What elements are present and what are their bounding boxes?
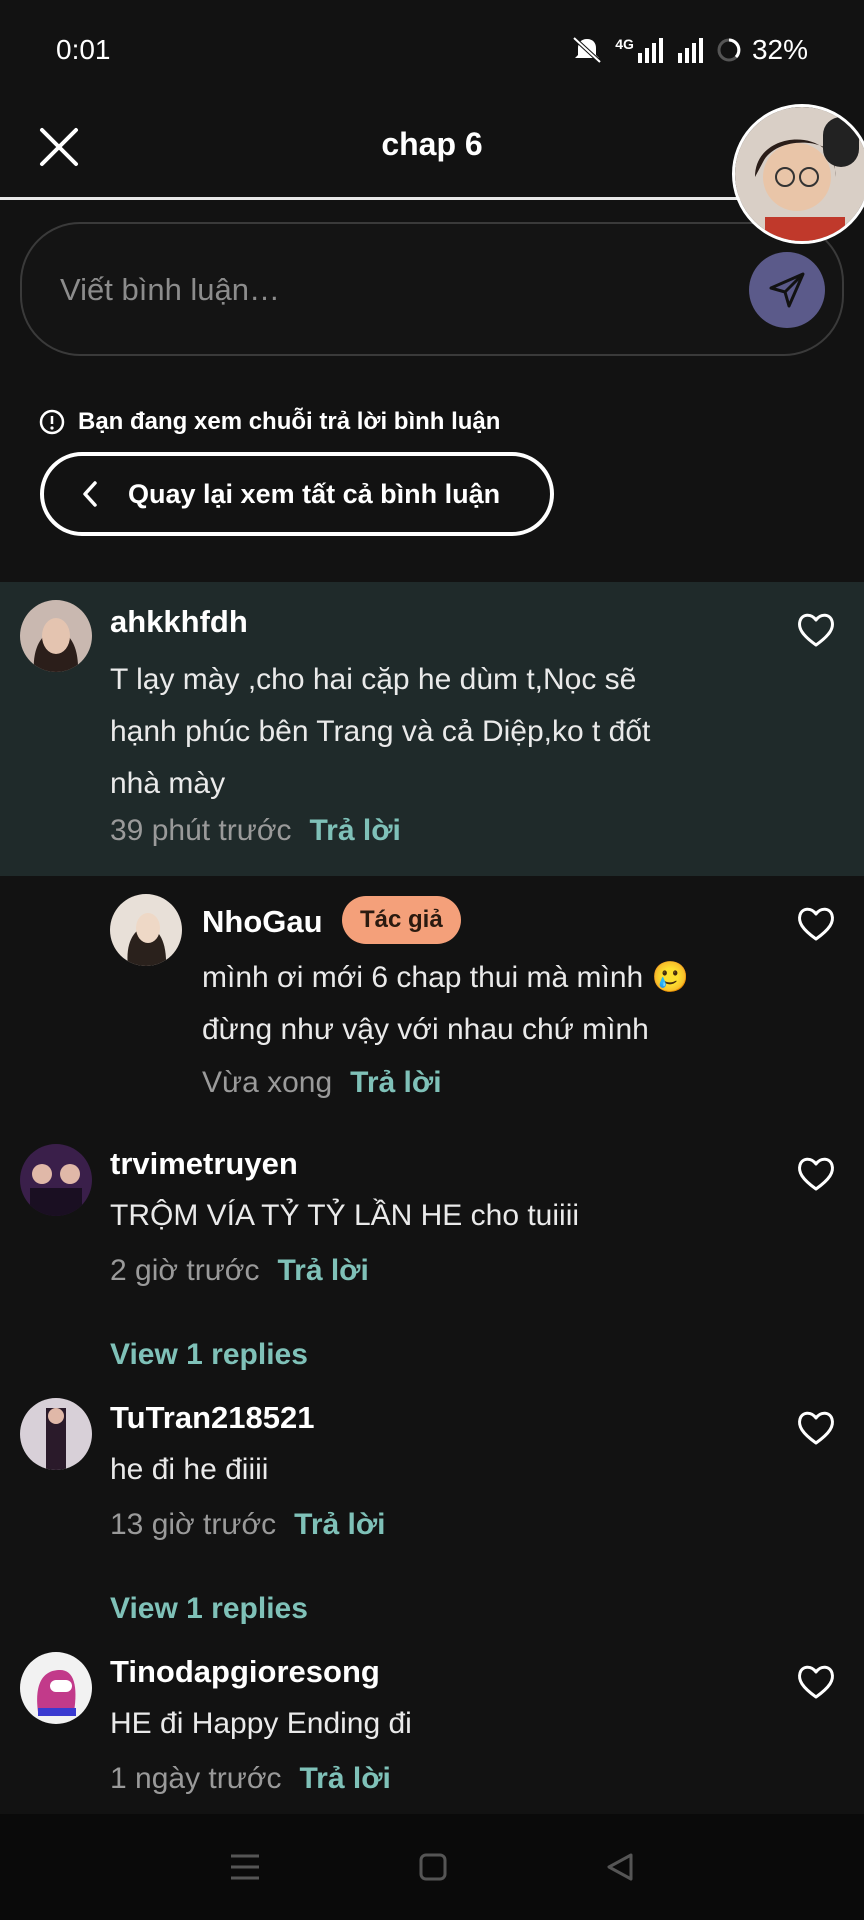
comment-meta: 13 giờ trước Trả lời [110, 1508, 386, 1542]
comment-username[interactable]: Tinodapgioresong [110, 1654, 380, 1690]
comment-line: T lạy mày ,cho hai cặp he dùm t,Nọc sẽ [110, 663, 637, 696]
view-replies-link[interactable]: View 1 replies [110, 1592, 308, 1626]
heart-icon[interactable] [796, 904, 836, 944]
comment-time: Vừa xong [202, 1066, 333, 1099]
info-icon [39, 409, 65, 435]
avatar[interactable] [20, 1398, 92, 1470]
avatar[interactable] [110, 894, 182, 966]
network-label: 4G [615, 36, 634, 52]
home-square-icon [419, 1853, 447, 1881]
thread-notice-text: Bạn đang xem chuỗi trả lời bình luận [78, 408, 501, 435]
heart-icon[interactable] [796, 1408, 836, 1448]
signal-icon [637, 38, 663, 63]
comment-text: T lạy mày ,cho hai cặp he dùm t,Nọc sẽ h… [110, 654, 650, 810]
reply-button[interactable]: Trả lời [350, 1066, 441, 1099]
menu-icon [230, 1854, 259, 1880]
avatar[interactable] [20, 1144, 92, 1216]
avatar[interactable] [20, 1652, 92, 1724]
comment-time: 39 phút trước [110, 814, 292, 847]
comment-input[interactable] [58, 264, 682, 316]
comment-text: mình ơi mới 6 chap thui mà mình 🥲 đừng n… [202, 952, 689, 1056]
back-to-all-comments-button[interactable]: Quay lại xem tất cả bình luận [40, 452, 554, 536]
comment-item: TuTran218521 he đi he điiii 13 giờ trước… [0, 1384, 864, 1625]
reply-button[interactable]: Trả lời [277, 1254, 368, 1287]
comment-composer [20, 222, 844, 356]
view-replies-link[interactable]: View 1 replies [110, 1338, 308, 1372]
comment-item: trvimetruyen TRỘM VÍA TỶ TỶ LẦN HE cho t… [0, 1130, 864, 1371]
comment-line: HE đi Happy Ending đi [110, 1707, 412, 1740]
comment-time: 1 ngày trước [110, 1762, 282, 1795]
comment-time: 13 giờ trước [110, 1508, 277, 1541]
comment-time: 2 giờ trước [110, 1254, 260, 1287]
comment-line: he đi he điiii [110, 1453, 269, 1486]
reply-button[interactable]: Trả lời [294, 1508, 385, 1541]
thread-notice: Bạn đang xem chuỗi trả lời bình luận [38, 404, 500, 440]
back-to-all-label: Quay lại xem tất cả bình luận [128, 478, 501, 509]
heart-icon[interactable] [796, 1662, 836, 1702]
comment-username[interactable]: ahkkhfdh [110, 604, 248, 640]
comment-text: he đi he điiii [110, 1444, 268, 1496]
reply-button[interactable]: Trả lời [300, 1762, 391, 1795]
comment-username[interactable]: TuTran218521 [110, 1400, 314, 1436]
send-button[interactable] [749, 252, 825, 328]
floating-user-avatar[interactable] [732, 104, 864, 244]
comment-meta: 2 giờ trước Trả lời [110, 1254, 369, 1288]
comment-text: HE đi Happy Ending đi [110, 1698, 412, 1750]
avatar[interactable] [20, 600, 92, 672]
comment-line: đừng như vậy với nhau chứ mình [202, 1013, 649, 1046]
comment-line: TRỘM VÍA TỶ TỶ LẦN HE cho tuiiii [110, 1199, 580, 1232]
author-badge: Tác giả [342, 896, 461, 944]
comment-username[interactable]: trvimetruyen [110, 1146, 298, 1182]
comment-meta: 1 ngày trước Trả lời [110, 1762, 391, 1796]
comment-meta: Vừa xong Trả lời [202, 1066, 442, 1100]
comment-line: hạnh phúc bên Trang và cả Diệp,ko t đốt [110, 715, 651, 748]
comment-line: nhà mày [110, 767, 226, 800]
comment-line: mình ơi mới 6 chap thui mà mình 🥲 [202, 961, 689, 994]
battery-level: 32% [751, 34, 808, 65]
home-button[interactable] [418, 1852, 448, 1882]
heart-icon[interactable] [796, 610, 836, 650]
comment-meta: 39 phút trước Trả lời [110, 814, 401, 848]
signal-icon-2 [677, 38, 703, 63]
back-triangle-icon [607, 1853, 633, 1881]
comment-text: TRỘM VÍA TỶ TỶ LẦN HE cho tuiiii [110, 1190, 579, 1242]
comment-item: ahkkhfdh T lạy mày ,cho hai cặp he dùm t… [0, 582, 864, 876]
status-icons: 4G 32% [569, 34, 808, 66]
reply-item: NhoGau Tác giả mình ơi mới 6 chap thui m… [0, 876, 864, 1116]
send-icon [769, 272, 805, 308]
system-nav-bar [0, 1814, 864, 1920]
chevron-left-icon [83, 481, 97, 507]
battery-icon [717, 38, 741, 62]
status-time: 0:01 [56, 34, 111, 65]
comment-item: Tinodapgioresong HE đi Happy Ending đi 1… [0, 1638, 864, 1814]
mute-icon [572, 36, 602, 64]
reply-button[interactable]: Trả lời [310, 814, 401, 847]
comment-username[interactable]: NhoGau [202, 904, 323, 940]
recent-apps-button[interactable] [229, 1852, 261, 1882]
heart-icon[interactable] [796, 1154, 836, 1194]
status-bar: 0:01 4G 32% [0, 0, 864, 100]
back-button[interactable] [605, 1852, 635, 1882]
